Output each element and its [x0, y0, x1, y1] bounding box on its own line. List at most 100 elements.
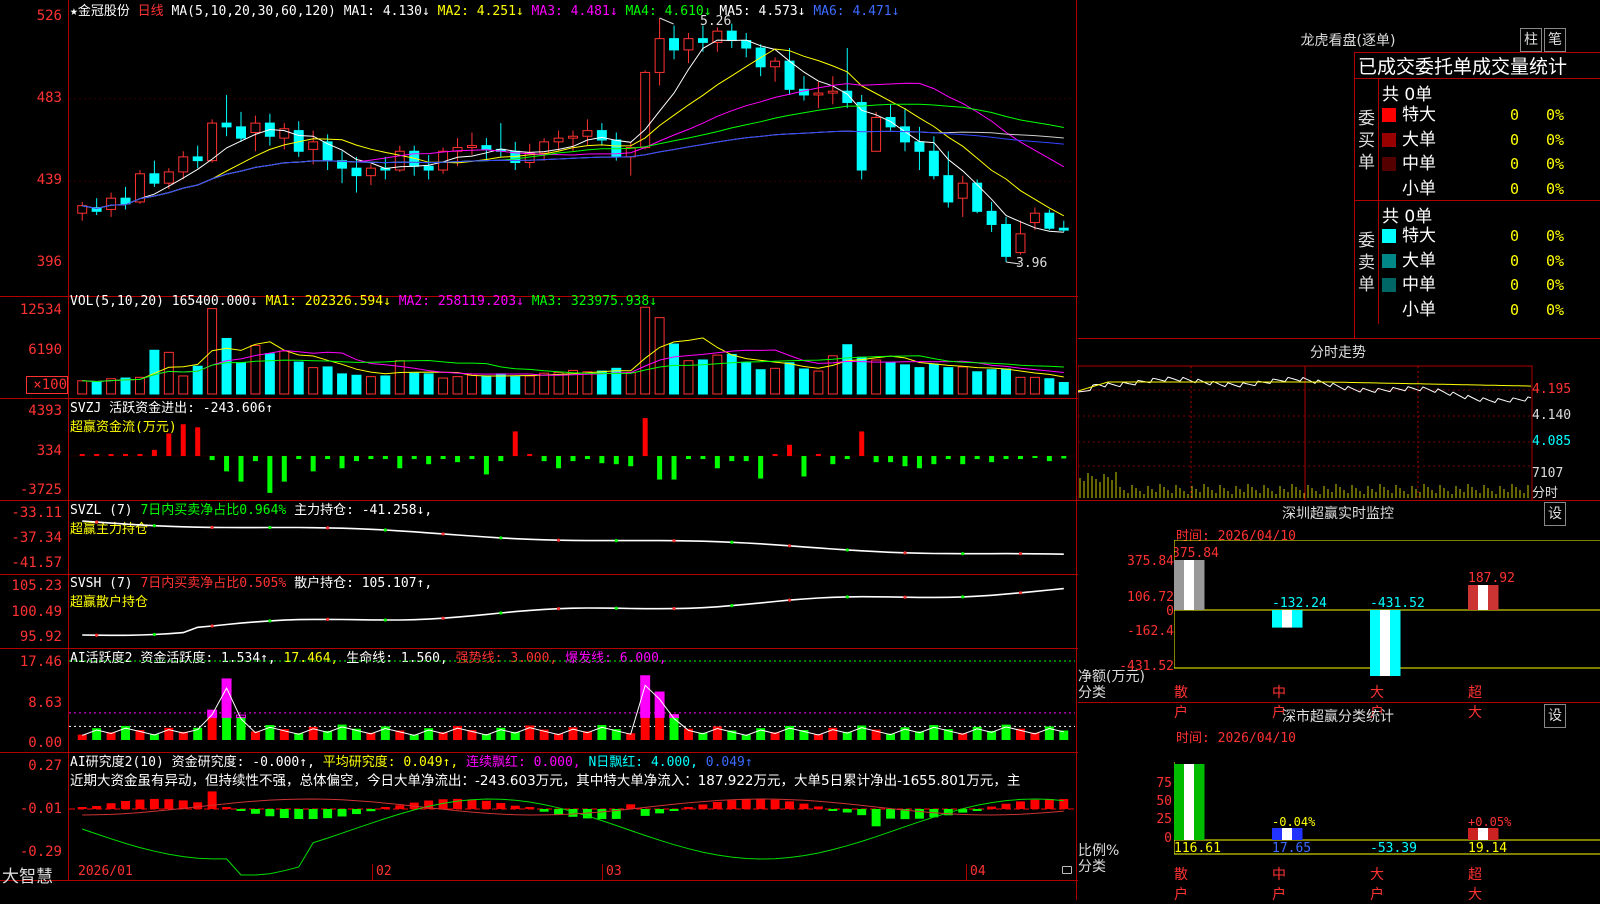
longhu-header: 已成交委托单成交量统计: [1358, 56, 1568, 78]
bar-segment: [1287, 610, 1293, 628]
lock-icon[interactable]: [1062, 866, 1072, 874]
ai2-tick: 0.27: [28, 758, 62, 774]
row-count: 0: [1510, 155, 1520, 173]
retail-hold-line-dot: [730, 604, 734, 608]
candle: [871, 116, 882, 152]
monitor-settings-button[interactable]: 设: [1544, 502, 1566, 526]
volume-chart[interactable]: [69, 297, 1075, 398]
flow-bar: [916, 456, 922, 469]
research-bar: [669, 809, 679, 811]
activity-bar: [655, 717, 665, 740]
candle: [481, 145, 492, 150]
volume-bar: [798, 368, 809, 395]
flow-bar: [960, 456, 966, 465]
ai-activity-chart[interactable]: [69, 649, 1075, 752]
research-bar: [1016, 801, 1025, 809]
flow-bar: [440, 456, 446, 460]
volume-bar: [524, 375, 535, 395]
flow-bar: [859, 431, 865, 456]
research-bar: [380, 807, 390, 809]
candle: [712, 30, 723, 43]
bar-segment: [1184, 560, 1190, 610]
monitor-tick: 375.84: [1127, 554, 1174, 569]
flow-bar: [368, 456, 374, 460]
volume-bar: [539, 372, 550, 395]
retail-hold-line-dot: [787, 598, 792, 602]
retail-hold-chart[interactable]: [69, 575, 1075, 648]
classify-settings-button[interactable]: 设: [1544, 704, 1566, 728]
candle: [106, 197, 117, 210]
volume-bar: [871, 359, 882, 395]
flow-bar: [310, 456, 316, 472]
ai-research-chart[interactable]: [69, 753, 1075, 880]
high-pointer: [659, 17, 674, 25]
row-label: 大单: [1402, 129, 1436, 150]
flow-bar: [382, 456, 388, 460]
classify-value-label: -53.39: [1370, 841, 1417, 856]
retail-hold-line-dot: [614, 606, 618, 610]
row-percent: 0%: [1546, 227, 1565, 245]
candlestick-chart[interactable]: [69, 0, 1075, 296]
row-percent: 0%: [1546, 251, 1565, 270]
price-tick: 439: [36, 172, 62, 188]
volume-bar: [1029, 376, 1040, 395]
research-bar: [741, 799, 751, 809]
fund-flow-chart[interactable]: [69, 399, 1075, 500]
volume-bar: [928, 363, 939, 395]
flow-bar: [209, 456, 215, 461]
research-bar: [1044, 798, 1054, 809]
bar-segment: [1277, 828, 1283, 840]
bar-segment: [1292, 610, 1298, 628]
row-count: 0: [1510, 227, 1520, 245]
main-chart-area[interactable]: ★金冠股份 日线 MA(5,10,20,30,60,120) MA1: 4.13…: [0, 0, 1078, 900]
research-bar: [135, 799, 145, 809]
research-bar: [799, 803, 809, 809]
candle: [856, 101, 867, 171]
flow-bar: [801, 456, 807, 477]
candle: [466, 145, 477, 149]
classify-category-label: 散户: [1174, 867, 1188, 903]
flow-bar: [873, 456, 879, 463]
bar-segment: [1194, 560, 1200, 610]
candle: [77, 205, 88, 214]
main-hold-line-dot: [499, 536, 503, 540]
volume-bar: [726, 353, 737, 395]
candle: [827, 90, 838, 94]
main-hold-line-dot: [903, 551, 907, 555]
volume-bar: [596, 370, 607, 395]
tick-mode-button[interactable]: 笔: [1544, 28, 1566, 52]
flow-bar: [989, 456, 995, 463]
volume-bar: [986, 369, 997, 395]
bar-segment: [1473, 585, 1479, 610]
volume-bar: [625, 371, 636, 395]
flow-bar: [815, 453, 821, 456]
intraday-chart[interactable]: [1078, 362, 1600, 500]
color-swatch: [1382, 181, 1396, 196]
research-bar: [640, 809, 650, 816]
row-count: 0: [1510, 106, 1520, 124]
row-percent: 0%: [1546, 276, 1565, 294]
flow-bar: [94, 454, 100, 456]
row-percent: 0%: [1546, 155, 1565, 173]
bar-mode-button[interactable]: 柱: [1520, 28, 1542, 52]
retail-hold-line-dot: [961, 595, 965, 599]
flow-bar: [483, 456, 489, 475]
volume-bar: [972, 371, 983, 395]
bar-segment: [1272, 828, 1278, 840]
research-bar: [366, 809, 376, 812]
row-label: 小单: [1402, 299, 1436, 320]
realtime-monitor-chart[interactable]: 375.84 -132.24 -431.52 187.92: [1174, 540, 1600, 702]
main-hold-chart[interactable]: [69, 501, 1075, 574]
volume-bar: [943, 367, 954, 395]
bar-segment: [1375, 610, 1381, 677]
classify-bar: [1272, 828, 1303, 840]
retail-hold-line-dot: [326, 617, 330, 621]
volume-bar: [611, 367, 622, 395]
candle: [207, 122, 218, 162]
candle: [640, 71, 651, 149]
classify-chart[interactable]: -0.04% +0.05% 116.61 17.65 -53.39 19.14: [1174, 742, 1600, 900]
main-hold-line-dot: [730, 540, 734, 544]
retail-hold-line: [82, 587, 1064, 637]
bar-segment: [1297, 828, 1303, 840]
bar-segment: [1179, 560, 1185, 610]
